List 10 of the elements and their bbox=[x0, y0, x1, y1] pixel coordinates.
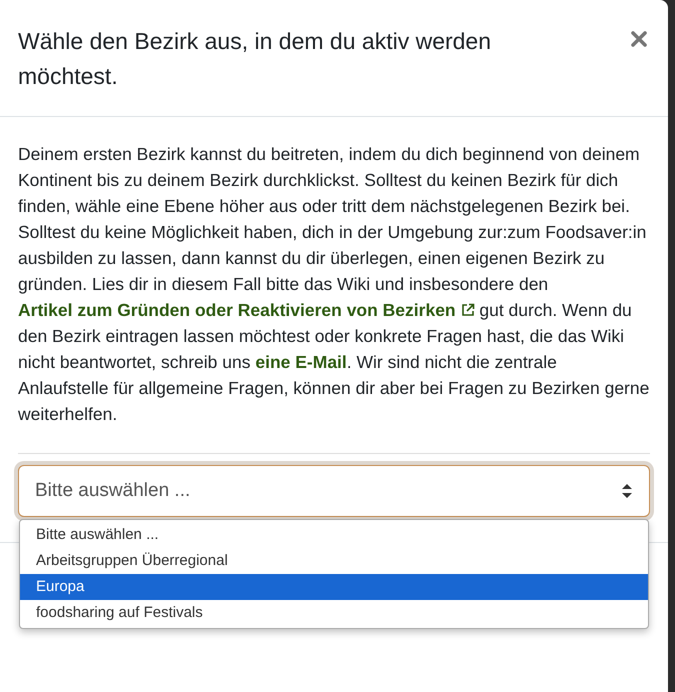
dropdown-option[interactable]: Bitte auswählen ... bbox=[20, 522, 648, 548]
dropdown-option[interactable]: foodsharing auf Festivals bbox=[20, 600, 648, 626]
dropdown-option[interactable]: Arbeitsgruppen Überregional bbox=[20, 548, 648, 574]
close-button[interactable] bbox=[628, 28, 650, 50]
sort-icon bbox=[621, 482, 633, 500]
link[interactable]: eine E-Mail bbox=[255, 352, 347, 372]
description-paragraph: Deinem ersten Bezirk kannst du beitreten, indem du dich beginnend von deinem Kontinent bis zu deinem Bezirk durchklickst. Solltest du keinen Bezirk für dich finden, wähle eine Ebene höher aus oder tritt dem nächstgelegenen Bezirk bei. Solltest du keine Möglichkeit haben, dich in der Umgebung zur:zum Foodsaver:in ausbilden zu lassen, dann kannst du dir überlegen, einen eigenen Bezirk zu gründen. Lies dir in diesem Fall bitte das Wiki und insbesondere den Artikel zum Gründen oder Reaktivieren von Bezirken gut durch. Wenn du den Bezirk eintragen lassen möchtest oder konkrete Fragen hast, die das Wiki nicht beantwortet, schreib uns eine E-Mail. Wir sind nicht die zentrale Anlaufstelle für allgemeine Fragen, können dir aber bei Fragen zu Bezirken gerne weiterhelfen. bbox=[18, 143, 650, 426]
link[interactable]: Artikel zum Gründen oder Reaktivieren von Bezirken bbox=[18, 300, 474, 320]
dialog-title: Wähle den Bezirk aus, in dem du aktiv werden möchtest. bbox=[18, 27, 492, 91]
dropdown-option[interactable]: Europa bbox=[20, 574, 648, 600]
